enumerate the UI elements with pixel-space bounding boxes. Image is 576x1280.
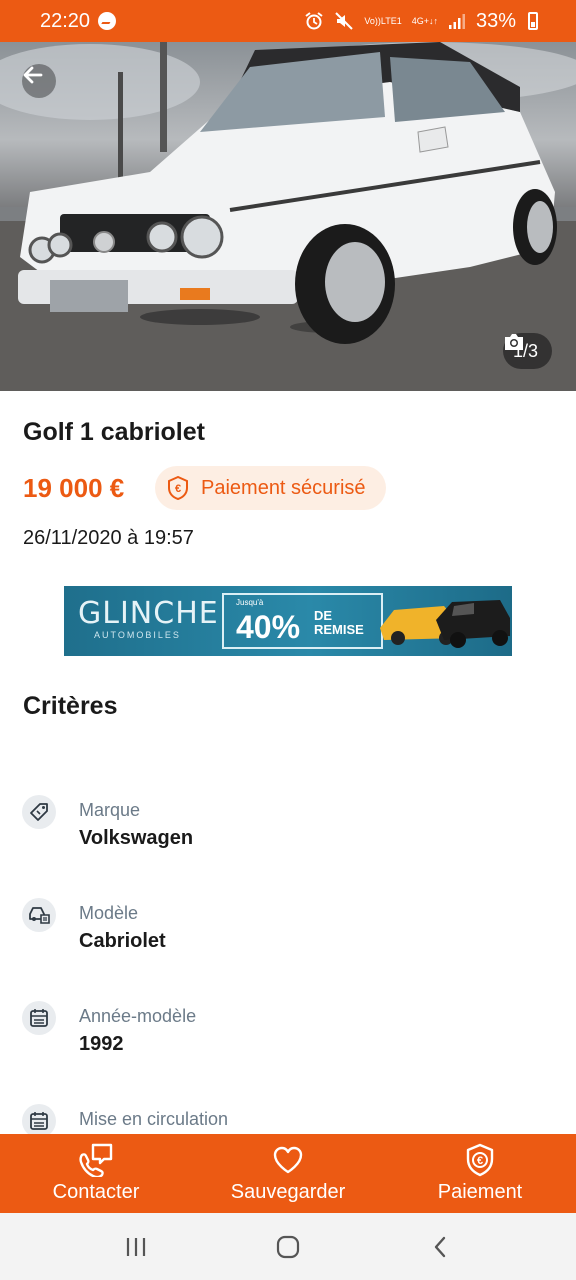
ad-promo-box: Jusqu'à 40% DE REMISE (222, 593, 383, 649)
calendar-icon (22, 1104, 56, 1138)
ad-promo-remise-text: REMISE (314, 622, 364, 637)
alarm-icon (304, 11, 324, 31)
ad-banner[interactable]: GLINCHE AUTOMOBILES Jusqu'à 40% DE REMISE (64, 586, 512, 656)
svg-text:€: € (477, 1155, 483, 1167)
back-button[interactable] (22, 64, 56, 98)
secure-payment-label: Paiement sécurisé (201, 476, 366, 499)
contact-button[interactable]: Contacter (0, 1134, 192, 1213)
secure-payment-badge[interactable]: € Paiement sécurisé (155, 466, 386, 510)
network-indicator: 4G+ ↓↑ (411, 15, 438, 26)
criteria-value: 1992 (79, 1033, 124, 1055)
messenger-icon (98, 12, 117, 30)
ad-cars-image (380, 600, 510, 648)
arrow-left-icon (23, 66, 43, 84)
shield-euro-icon: € (465, 1143, 495, 1177)
calendar-icon (22, 1001, 56, 1035)
criteria-title: Critères (23, 692, 118, 720)
battery-percent: 33% (475, 9, 516, 32)
listing-price: 19 000 € (23, 473, 125, 503)
car-photo-illustration (0, 42, 576, 391)
save-label: Sauvegarder (230, 1181, 346, 1203)
criteria-value: Volkswagen (79, 827, 194, 849)
status-icons: Vo)) LTE1 4G+ ↓↑ 33% (304, 10, 538, 33)
heart-icon (273, 1143, 303, 1177)
payment-button[interactable]: € Paiement (384, 1134, 576, 1213)
volte-top: Vo)) (364, 15, 381, 26)
home-button[interactable] (258, 1222, 318, 1272)
system-back-button[interactable] (410, 1222, 470, 1272)
battery-icon (528, 12, 538, 30)
ad-brand-sub: AUTOMOBILES (94, 630, 181, 640)
ad-brand: GLINCHE (78, 596, 219, 631)
criteria-label: Marque (79, 800, 141, 820)
recent-apps-icon (126, 1237, 146, 1256)
ad-promo-remise: DE REMISE (314, 609, 364, 637)
action-bar: Contacter Sauvegarder € Paiement (0, 1134, 576, 1213)
network-top: 4G+ (411, 15, 429, 26)
volte-bottom: LTE1 (380, 15, 402, 26)
camera-icon (504, 334, 523, 350)
status-time: 22:20 (40, 9, 91, 32)
ad-promo-de: DE (314, 608, 333, 623)
chevron-left-icon (434, 1236, 446, 1257)
criteria-label: Année-modèle (79, 1006, 197, 1026)
network-bottom: ↓↑ (428, 15, 438, 26)
listing-photo[interactable]: 1/3 (0, 42, 576, 391)
ad-promo-small: Jusqu'à (236, 598, 264, 607)
payment-label: Paiement (437, 1181, 523, 1203)
criteria-item-annee-modele: Année-modèle 1992 (22, 1001, 542, 1071)
mute-icon (334, 11, 354, 31)
criteria-value: Cabriolet (79, 930, 166, 952)
shield-euro-icon: € (168, 476, 188, 500)
criteria-label: Mise en circulation (79, 1109, 229, 1129)
listing-date: 26/11/2020 à 19:57 (23, 527, 194, 549)
contact-label: Contacter (52, 1181, 140, 1203)
home-icon (276, 1235, 300, 1258)
listing-title: Golf 1 cabriolet (23, 418, 205, 446)
save-button[interactable]: Sauvegarder (192, 1134, 384, 1213)
car-icon (22, 898, 56, 932)
ad-promo-percent: 40% (236, 609, 301, 645)
system-nav-bar (0, 1213, 576, 1280)
recent-apps-button[interactable] (106, 1222, 166, 1272)
criteria-item-modele: Modèle Cabriolet (22, 898, 542, 968)
signal-icon (448, 12, 466, 30)
tag-icon (22, 795, 56, 829)
phone-chat-icon (78, 1143, 114, 1177)
photo-counter[interactable]: 1/3 (502, 333, 552, 369)
criteria-label: Modèle (79, 903, 139, 923)
volte-indicator: Vo)) LTE1 (364, 15, 402, 26)
svg-text:€: € (175, 483, 181, 495)
status-bar: 22:20 Vo)) LTE1 4G+ ↓↑ 33% (0, 0, 576, 42)
criteria-item-marque: Marque Volkswagen (22, 795, 542, 865)
